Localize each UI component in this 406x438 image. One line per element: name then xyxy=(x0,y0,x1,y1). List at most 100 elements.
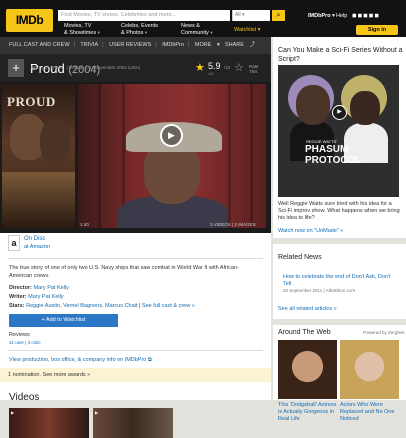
media-counts-link[interactable]: 3 VIDEOS | 2 IMAGES xyxy=(210,222,256,227)
menu-news[interactable]: News & Community ▾ xyxy=(181,23,213,36)
poster-image[interactable]: PROUD xyxy=(2,84,75,228)
plot-summary: The true story of one of only two U.S. N… xyxy=(9,265,239,279)
subnav-user-reviews[interactable]: USER REVIEWS xyxy=(109,42,151,48)
reviews-link[interactable]: 31 user | 3 critic xyxy=(9,340,41,345)
youtube-icon[interactable]: ◼ xyxy=(374,13,380,19)
promo-figure xyxy=(296,85,330,125)
video-thumbnail[interactable]: ▶ xyxy=(9,408,89,438)
play-icon[interactable]: ▶ xyxy=(160,124,183,147)
curtain-fold xyxy=(250,84,253,228)
curtain-fold xyxy=(228,84,231,228)
imdbpro-production-link[interactable]: View production, box office, & company i… xyxy=(9,357,152,364)
video-thumbnail[interactable]: ▶ xyxy=(93,408,173,438)
imdbpro-production-label: View production, box office, & company i… xyxy=(9,357,147,363)
subnav-separator: | xyxy=(73,42,75,48)
on-disc-link[interactable]: On Disc xyxy=(24,236,45,242)
search-input[interactable]: Find Movies, TV shows, Celebrities and m… xyxy=(58,10,230,21)
watchlist-menu[interactable]: Watchlist ▾ xyxy=(234,27,260,33)
title-subnav: FULL CAST AND CREW | TRIVIA | USER REVIEWS… xyxy=(0,37,271,54)
news-article-link[interactable]: How to celebrate the end of Don't Ask, D… xyxy=(283,274,398,288)
rating-count[interactable]: 101 xyxy=(208,72,214,76)
subnav-more[interactable]: MORE ▾ xyxy=(195,42,224,48)
divider xyxy=(8,258,263,259)
promo-headline-1: PHASUM xyxy=(305,144,349,155)
related-news-heading: Related News xyxy=(278,254,322,261)
rating-scale: /10 xyxy=(224,65,231,70)
web-thumbnail-2[interactable] xyxy=(340,340,399,399)
stars-links[interactable]: Reggie Austin, Vernel Bagneris, Marcus C… xyxy=(26,303,137,309)
writer-credit: Writer: Mary Pat Kelly xyxy=(9,294,64,300)
imdb-logo[interactable]: IMDb xyxy=(6,9,53,32)
rate-label-2: This xyxy=(249,69,258,74)
zergnet-credit[interactable]: Powered by ZergNet xyxy=(363,330,404,335)
caret-down-icon: ▾ xyxy=(210,29,213,35)
menu-movies[interactable]: Movies, TV & Showtimes ▾ xyxy=(64,23,100,36)
rating-value: 5.9 xyxy=(208,61,221,71)
add-to-watchlist-ribbon[interactable]: + xyxy=(8,59,24,77)
director-link[interactable]: Mary Pat Kelly xyxy=(33,285,68,291)
divider xyxy=(8,350,263,351)
writer-link[interactable]: Mary Pat Kelly xyxy=(28,294,63,300)
amazon-icon[interactable]: a xyxy=(8,235,20,251)
web-caption-1[interactable]: This 'Dodgeball' Actress is Actually Gor… xyxy=(278,402,338,423)
video-camera-icon: ▶ xyxy=(11,410,15,415)
imdbpro-link[interactable]: IMDbPro ▾ xyxy=(308,13,335,19)
amazon-link[interactable]: at Amazon xyxy=(24,244,50,250)
subnav-more-label: MORE xyxy=(194,42,212,48)
runtime: 1h 37min xyxy=(43,65,63,70)
rate-this-star-icon[interactable]: ☆ xyxy=(234,61,244,74)
caret-down-icon: ▾ xyxy=(144,29,148,35)
top-navigation-bar: IMDb Find Movies, TV shows, Celebrities … xyxy=(0,0,406,37)
rate-this-button[interactable]: Rate This xyxy=(249,64,259,74)
subnav-separator: | xyxy=(155,42,157,48)
play-icon[interactable]: ▶ xyxy=(332,105,347,120)
certificate: PG xyxy=(31,65,38,70)
web-thumbnail-1[interactable] xyxy=(278,340,337,399)
sign-in-button[interactable]: Sign in xyxy=(356,25,398,35)
title-meta: PG | 1h 37min | Drama | 11 November 2004 (U… xyxy=(31,65,141,70)
search-category-label: All xyxy=(235,12,241,18)
full-cast-link[interactable]: See full cast & crew » xyxy=(142,303,195,309)
subnav-separator: | xyxy=(187,42,190,48)
menu-celebs[interactable]: Celebs, Events & Photos ▾ xyxy=(121,23,158,36)
videos-heading: Videos xyxy=(9,392,40,403)
around-web-heading: Around The Web xyxy=(278,329,331,336)
share-button[interactable]: SHARE ⤴ xyxy=(225,37,259,54)
video-camera-icon: ▶ xyxy=(95,410,99,415)
subnav-imdbpro[interactable]: IMDbPro xyxy=(162,42,184,48)
right-sidebar: Can You Make a Sci-Fi Series Without a S… xyxy=(273,37,406,422)
release-date-link[interactable]: 11 November 2004 (USA) xyxy=(89,65,140,70)
subnav-trivia[interactable]: TRIVIA xyxy=(80,42,98,48)
poster-title: PROUD xyxy=(7,94,56,109)
video-duration: 1:40 xyxy=(80,222,89,227)
stars-label: Stars: xyxy=(9,303,25,309)
trailer-video[interactable] xyxy=(78,84,266,228)
poster-lower-art xyxy=(2,172,75,228)
promo-video[interactable]: ▶ REGGIE WATTS' PHASUM PROTOCOL xyxy=(278,65,399,197)
add-to-watchlist-button[interactable]: + Add to Watchlist xyxy=(9,314,118,327)
help-link[interactable]: Help xyxy=(336,13,347,19)
subnav-separator: | xyxy=(102,42,104,48)
caret-down-icon: ▾ xyxy=(216,42,220,48)
menu-celebs-line2: & Photos xyxy=(121,29,144,36)
reviews-heading: Reviews xyxy=(9,332,30,338)
promo-description: Well Reggie Watts sure tried with his id… xyxy=(278,201,400,221)
search-category-select[interactable]: All ▾ xyxy=(232,10,270,21)
search-button[interactable]: ⌕ xyxy=(272,10,285,21)
search-icon: ⌕ xyxy=(276,12,281,19)
web-caption-2[interactable]: Actors Who Were Replaced and No One Noti… xyxy=(340,402,400,423)
subnav-cast-crew[interactable]: FULL CAST AND CREW xyxy=(9,42,70,48)
menu-news-line2: Community xyxy=(181,29,209,36)
writer-label: Writer: xyxy=(9,294,27,300)
promo-watch-link[interactable]: Watch now on "UnMade" » xyxy=(278,228,343,234)
external-link-icon: ⧉ xyxy=(147,357,152,363)
curtain-fold xyxy=(98,84,101,228)
all-news-link[interactable]: See all related articles » xyxy=(278,306,337,312)
promo-title[interactable]: Can You Make a Sci-Fi Series Without a S… xyxy=(278,46,403,64)
director-label: Director: xyxy=(9,285,32,291)
genre-link[interactable]: Drama xyxy=(69,65,83,70)
awards-banner[interactable]: 1 nomination. See more awards » xyxy=(0,368,271,382)
promo-figure xyxy=(350,91,380,125)
main-column: FULL CAST AND CREW | TRIVIA | USER REVIEWS… xyxy=(0,37,271,438)
share-icon: ⤴ xyxy=(249,42,255,48)
